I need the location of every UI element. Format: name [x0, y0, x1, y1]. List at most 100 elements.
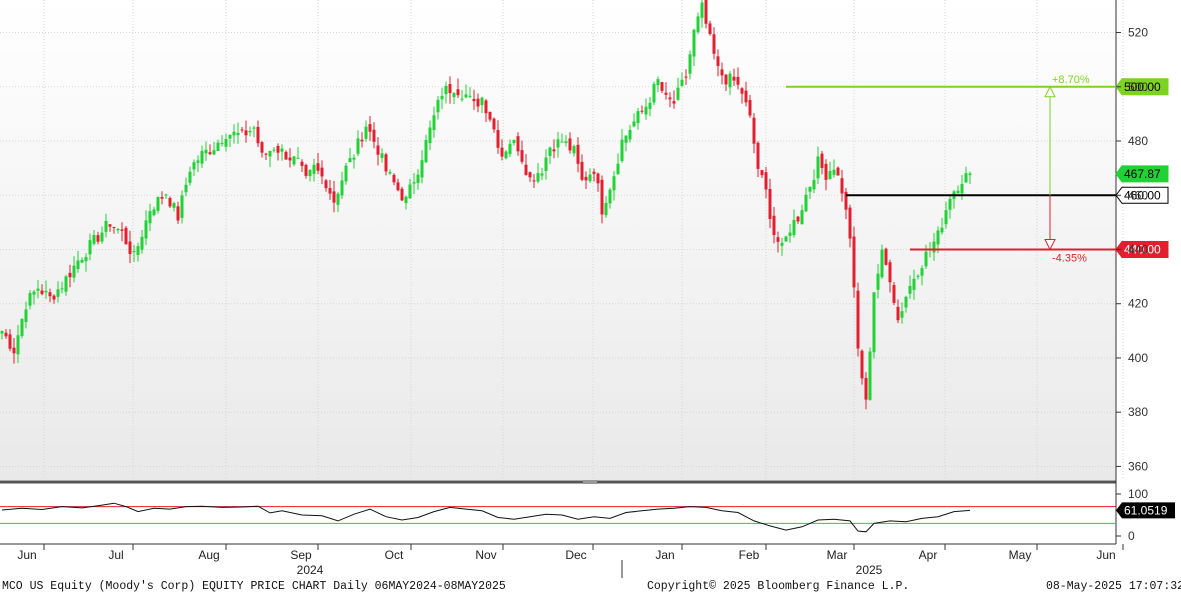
candle-up [468, 95, 472, 97]
candle-down [704, 0, 708, 24]
x-tick-label: Jul [108, 548, 123, 562]
candle-up [16, 335, 20, 355]
candle-down [316, 163, 320, 171]
candle-up [232, 131, 236, 136]
y-tick-label: 400 [1128, 351, 1148, 365]
candle-up [364, 126, 368, 139]
candle-down [4, 332, 8, 337]
candle-up [180, 195, 184, 218]
candle-down [640, 110, 644, 112]
candle-down [712, 34, 716, 54]
panel-divider-handle[interactable] [583, 480, 597, 484]
candle-down [708, 23, 712, 35]
candle-up [148, 211, 152, 224]
candle-down [856, 290, 860, 349]
candle-up [408, 184, 412, 199]
candle-up [548, 147, 552, 157]
candle-up [968, 173, 972, 176]
candle-down [176, 206, 180, 221]
candle-up [184, 184, 188, 193]
candle-up [412, 182, 416, 184]
candle-down [240, 129, 244, 131]
candle-up [656, 79, 660, 86]
x-tick-label: May [1009, 548, 1032, 562]
candle-down [892, 285, 896, 303]
candle-down [744, 90, 748, 103]
candle-up [564, 141, 568, 143]
price-level-pct-label: -4.35% [1052, 252, 1087, 264]
candle-up [404, 196, 408, 204]
candle-down [596, 173, 600, 184]
candle-down [392, 174, 396, 183]
candle-up [296, 157, 300, 159]
candle-up [804, 194, 808, 212]
candle-down [516, 136, 520, 152]
candle-down [824, 163, 828, 180]
candle-down [324, 180, 328, 189]
candle-down [492, 118, 496, 130]
candle-up [920, 268, 924, 276]
candle-up [84, 256, 88, 262]
candle-down [108, 224, 112, 227]
candle-down [276, 145, 280, 153]
candle-down [368, 124, 372, 132]
candle-up [616, 163, 620, 175]
candle-up [144, 220, 148, 239]
candle-up [20, 319, 24, 336]
candle-up [812, 180, 816, 190]
candle-down [672, 101, 676, 104]
candle-up [156, 196, 160, 211]
candle-up [76, 260, 80, 269]
candle-up [192, 162, 196, 170]
candle-down [320, 167, 324, 177]
candle-down [52, 295, 56, 300]
candle-up [56, 289, 60, 297]
candle-up [188, 171, 192, 183]
candle-up [436, 99, 440, 113]
candle-up [116, 228, 120, 231]
candle-down [888, 262, 892, 283]
candle-up [356, 138, 360, 154]
candle-up [784, 236, 788, 242]
candle-up [336, 193, 340, 205]
y-tick-label: 500 [1128, 80, 1148, 94]
candle-up [104, 220, 108, 232]
candle-up [652, 84, 656, 103]
candle-up [508, 143, 512, 155]
candle-down [112, 226, 116, 228]
candle-up [636, 111, 640, 123]
candle-up [792, 219, 796, 236]
candle-down [372, 129, 376, 142]
candle-up [632, 121, 636, 127]
candle-down [864, 378, 868, 400]
candle-down [48, 292, 52, 297]
candle-down [532, 180, 536, 182]
candle-down [328, 188, 332, 194]
candle-up [416, 174, 420, 183]
candle-down [668, 97, 672, 100]
candle-up [956, 190, 960, 194]
candle-up [348, 158, 352, 163]
candle-down [496, 129, 500, 148]
candle-down [488, 111, 492, 120]
candle-down [456, 89, 460, 96]
candle-up [480, 97, 484, 106]
candle-up [220, 142, 224, 144]
candle-down [520, 150, 524, 162]
candle-up [620, 139, 624, 161]
candle-down [836, 167, 840, 176]
candle-up [312, 164, 316, 174]
candle-up [648, 102, 652, 109]
candle-down [568, 138, 572, 151]
x-tick-label: Aug [198, 548, 219, 562]
candle-up [36, 288, 40, 291]
candle-down [756, 142, 760, 169]
candle-up [556, 139, 560, 148]
candle-down [720, 69, 724, 76]
candle-down [400, 188, 404, 201]
candle-down [40, 290, 44, 294]
candle-down [300, 161, 304, 166]
candle-down [256, 126, 260, 144]
x-tick-label: Nov [475, 548, 496, 562]
candle-down [896, 306, 900, 321]
